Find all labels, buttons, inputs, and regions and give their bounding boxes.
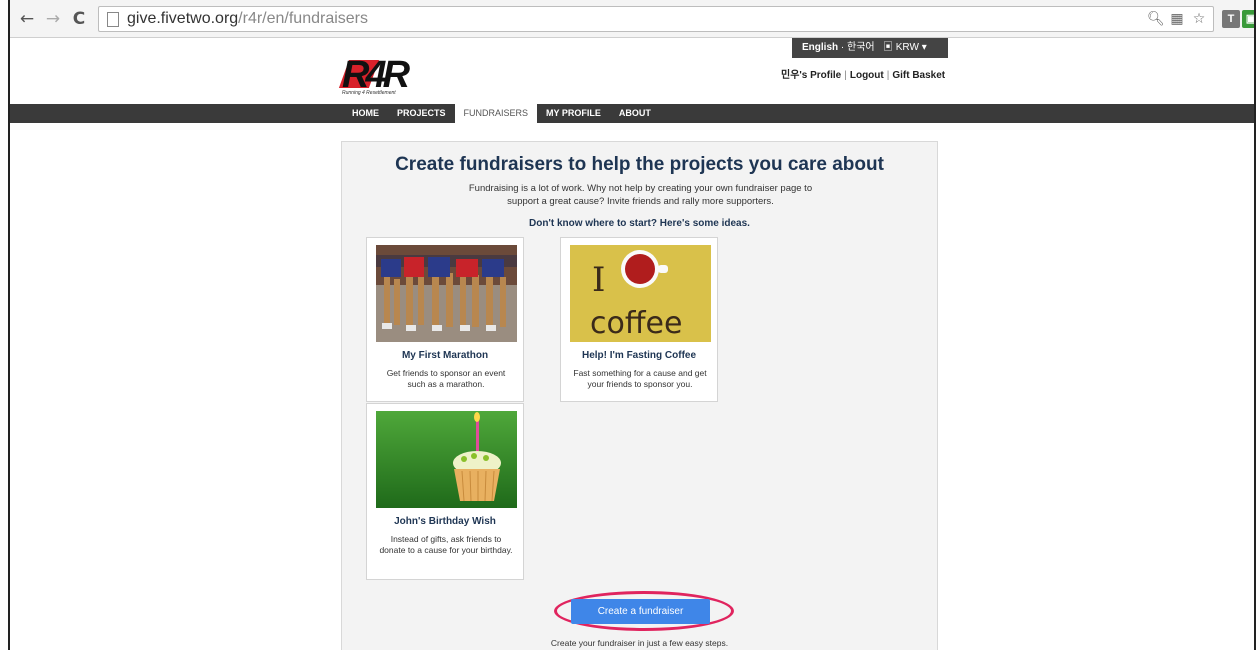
main-nav: HOME PROJECTS FUNDRAISERS MY PROFILE ABO… xyxy=(10,104,1254,123)
nav-home[interactable]: HOME xyxy=(343,104,388,123)
browser-toolbar: ← → C give.fivetwo.org/r4r/en/fundraiser… xyxy=(10,0,1254,38)
nav-about[interactable]: ABOUT xyxy=(610,104,660,123)
card-description: Get friends to sponsor an event such as … xyxy=(386,368,506,389)
lang-korean[interactable]: 한국어 xyxy=(847,42,875,53)
back-arrow-icon[interactable]: ← xyxy=(16,8,38,30)
coffee-image-word: coffee xyxy=(590,306,682,341)
nav-fundraisers[interactable]: FUNDRAISERS xyxy=(454,104,538,123)
lang-english[interactable]: English xyxy=(802,42,838,53)
coffee-image: I coffee xyxy=(570,245,711,342)
intro-text: Fundraising is a lot of work. Why not he… xyxy=(468,183,813,207)
cupcake-image xyxy=(376,411,517,508)
language-currency-bar: English · 한국어 ▣ KRW ▾ xyxy=(792,38,948,58)
create-fundraiser-button[interactable]: Create a fundraiser xyxy=(571,599,710,624)
logo-subtitle: Running 4 Resettlement xyxy=(342,90,396,96)
extension-green-icon[interactable]: ▣ xyxy=(1242,10,1254,28)
card-title[interactable]: My First Marathon xyxy=(367,350,523,361)
extension-t-icon[interactable]: T xyxy=(1222,10,1240,28)
bookmark-star-icon[interactable]: ☆ xyxy=(1191,11,1207,27)
ideas-heading: Don't know where to start? Here's some i… xyxy=(529,218,750,229)
page-icon xyxy=(107,12,119,27)
site-header: R4R Running 4 Resettlement English · 한국어… xyxy=(10,38,1254,104)
zoom-icon[interactable]: 🔍︎ xyxy=(1147,11,1165,27)
profile-link[interactable]: 민우's Profile xyxy=(781,70,841,81)
chevron-down-icon: ▾ xyxy=(921,42,927,53)
r4r-logo[interactable]: R4R Running 4 Resettlement xyxy=(338,50,430,96)
address-bar[interactable]: give.fivetwo.org/r4r/en/fundraisers 🔍︎ ▦… xyxy=(98,6,1214,32)
browser-window: ← → C give.fivetwo.org/r4r/en/fundraiser… xyxy=(8,0,1256,650)
coffee-image-letter: I xyxy=(592,260,605,300)
card-description: Instead of gifts, ask friends to donate … xyxy=(379,534,513,555)
gift-basket-link[interactable]: Gift Basket xyxy=(892,70,945,81)
idea-card-fasting-coffee[interactable]: I coffee Help! I'm Fasting Coffee Fast s… xyxy=(560,237,718,402)
idea-card-marathon[interactable]: My First Marathon Get friends to sponsor… xyxy=(366,237,524,402)
card-description: Fast something for a cause and get your … xyxy=(573,368,707,389)
translate-icon[interactable]: ▦ xyxy=(1169,11,1185,27)
card-title[interactable]: Help! I'm Fasting Coffee xyxy=(561,350,717,361)
create-fundraiser-area: Create a fundraiser xyxy=(554,591,734,631)
card-title[interactable]: John's Birthday Wish xyxy=(367,516,523,527)
idea-card-birthday[interactable]: John's Birthday Wish Instead of gifts, a… xyxy=(366,403,524,580)
marathon-image xyxy=(376,245,517,342)
nav-my-profile[interactable]: MY PROFILE xyxy=(537,104,610,123)
currency-select[interactable]: KRW xyxy=(896,42,919,53)
forward-arrow-icon[interactable]: → xyxy=(42,8,64,30)
logout-link[interactable]: Logout xyxy=(850,70,884,81)
flag-icon: ▣ xyxy=(882,42,893,53)
page-title: Create fundraisers to help the projects … xyxy=(395,154,884,175)
nav-projects[interactable]: PROJECTS xyxy=(388,104,455,123)
fundraisers-panel: Create fundraisers to help the projects … xyxy=(341,141,938,650)
url-text: give.fivetwo.org/r4r/en/fundraisers xyxy=(127,10,369,27)
user-links: 민우's Profile | Logout | Gift Basket xyxy=(781,70,946,81)
reload-icon[interactable]: C xyxy=(68,8,90,30)
cta-note: Create your fundraiser in just a few eas… xyxy=(550,638,729,648)
